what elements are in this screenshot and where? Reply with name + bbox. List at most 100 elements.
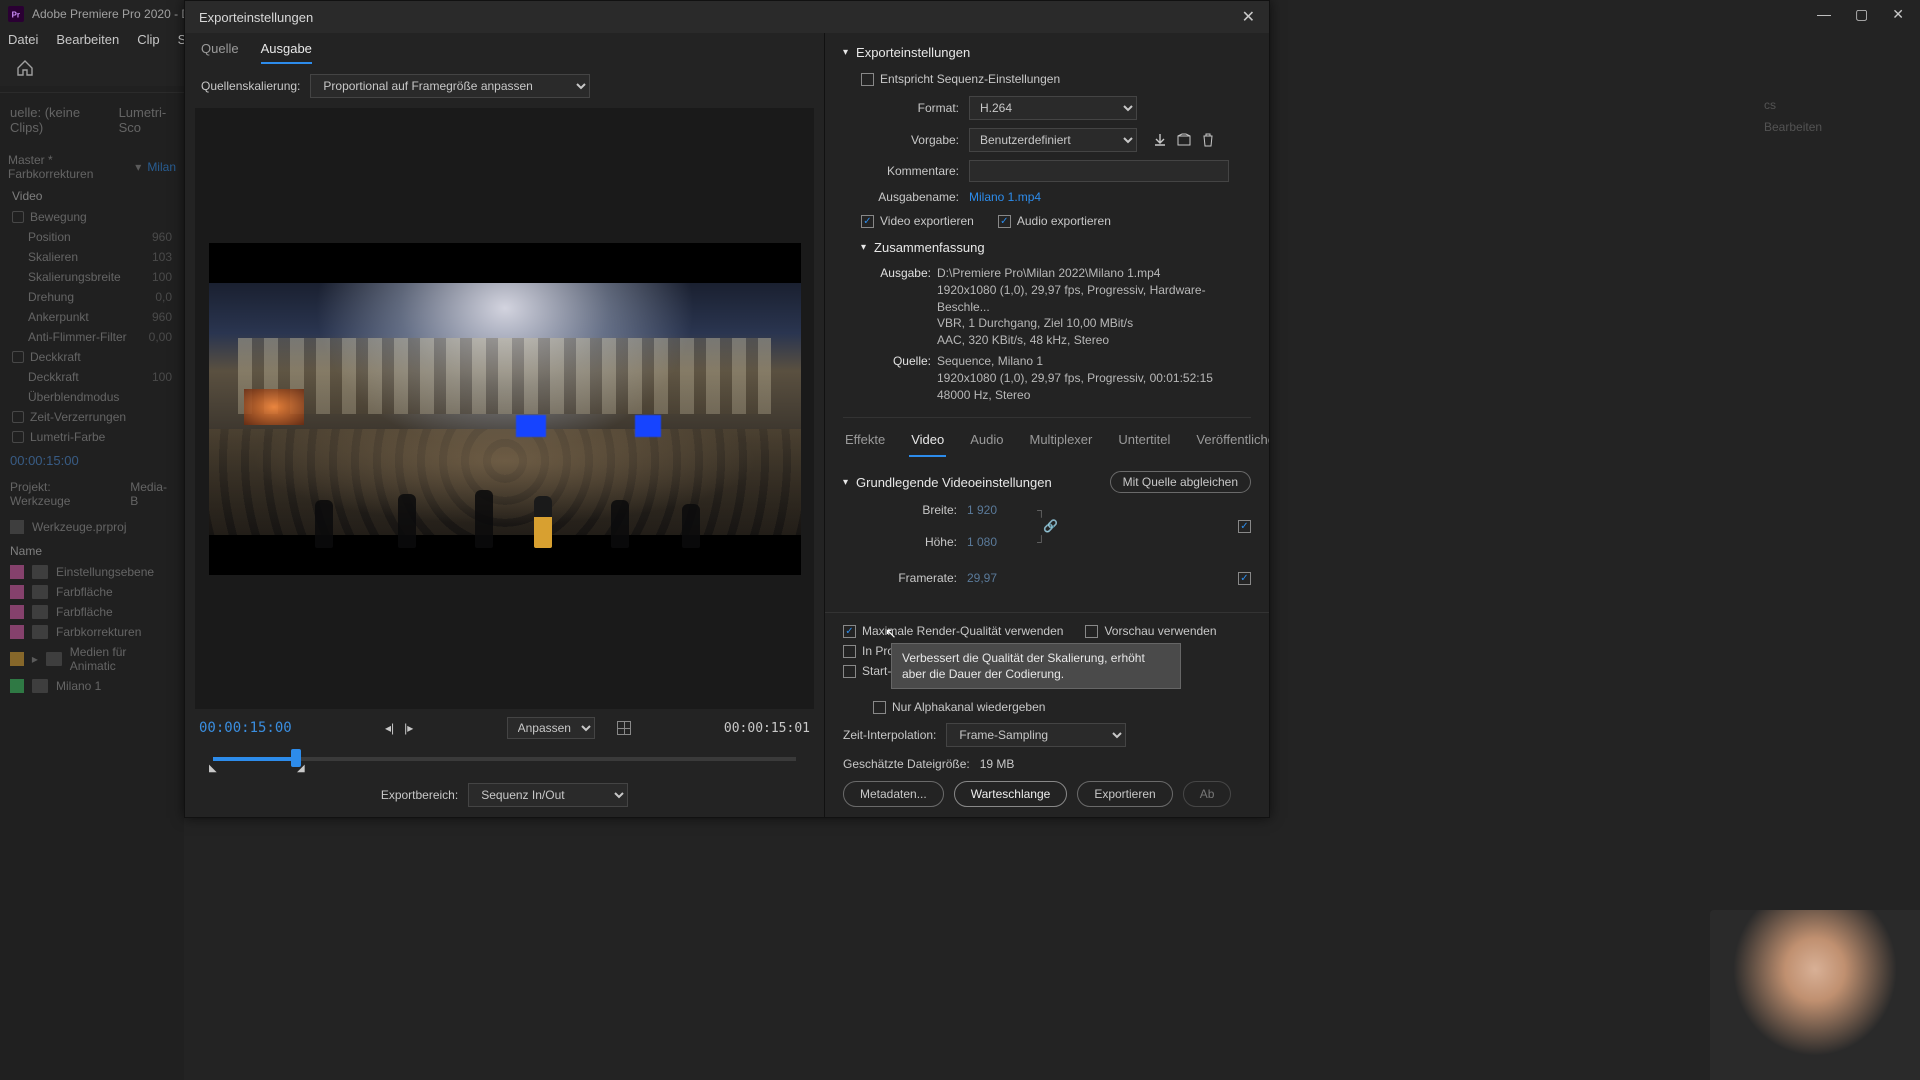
fx-opacity[interactable]: Deckkraft bbox=[28, 370, 146, 384]
window-minimize-button[interactable]: — bbox=[1817, 6, 1831, 23]
fx-position[interactable]: Position bbox=[28, 230, 146, 244]
tab-audio[interactable]: Audio bbox=[968, 426, 1005, 457]
output-preview bbox=[209, 243, 801, 575]
project-file-icon bbox=[10, 520, 24, 534]
in-marker-icon[interactable]: ◣ bbox=[209, 763, 217, 774]
fx-blend[interactable]: Überblendmodus bbox=[28, 390, 172, 404]
menu-clip[interactable]: Clip bbox=[137, 32, 159, 47]
bin-item[interactable]: Farbfläche bbox=[56, 605, 113, 619]
width-value[interactable]: 1 920 bbox=[967, 503, 1027, 517]
summary-section[interactable]: ▾ Zusammenfassung bbox=[843, 234, 1251, 261]
fx-opacity-group[interactable]: Deckkraft bbox=[30, 350, 172, 364]
chevron-down-icon: ▾ bbox=[843, 47, 848, 58]
tab-unknown[interactable]: cs bbox=[1764, 98, 1776, 112]
tab-effects[interactable]: Effekte bbox=[843, 426, 887, 457]
fx-scale[interactable]: Skalieren bbox=[28, 250, 146, 264]
list-item: Einstellungsebene bbox=[0, 562, 184, 582]
export-range-select[interactable]: Sequenz In/Out bbox=[468, 783, 628, 807]
match-source-button[interactable]: Mit Quelle abgleichen bbox=[1110, 471, 1251, 493]
framerate-lock-checkbox[interactable] bbox=[1238, 572, 1251, 585]
app-title: Adobe Premiere Pro 2020 - D:\Pr bbox=[32, 7, 209, 21]
fx-rotation[interactable]: Drehung bbox=[28, 290, 149, 304]
timecode-current[interactable]: 00:00:15:00 bbox=[199, 720, 292, 736]
preview-timeline[interactable]: ◣ ◢ bbox=[213, 743, 796, 773]
source-scaling-select[interactable]: Proportional auf Framegröße anpassen bbox=[310, 74, 590, 98]
queue-button[interactable]: Warteschlange bbox=[954, 781, 1068, 807]
bin-item[interactable]: Einstellungsebene bbox=[56, 565, 154, 579]
import-preset-icon[interactable] bbox=[1177, 133, 1191, 147]
basic-video-section[interactable]: ▾ Grundlegende Videoeinstellungen Mit Qu… bbox=[843, 465, 1251, 499]
metadata-button[interactable]: Metadaten... bbox=[843, 781, 944, 807]
chevron-down-icon: ▾ bbox=[843, 477, 848, 488]
output-name-link[interactable]: Milano 1.mp4 bbox=[969, 190, 1041, 204]
out-marker-icon[interactable]: ◢ bbox=[297, 763, 305, 774]
tab-publish[interactable]: Veröffentlichen bbox=[1194, 426, 1269, 457]
alpha-only-checkbox[interactable]: Nur Alphakanal wiedergeben bbox=[873, 700, 1045, 714]
dialog-title: Exporteinstellungen bbox=[199, 10, 313, 25]
framerate-value[interactable]: 29,97 bbox=[967, 571, 1027, 585]
preset-label: Vorgabe: bbox=[861, 133, 959, 147]
format-select[interactable]: H.264 bbox=[969, 96, 1137, 120]
step-back-button[interactable]: ◂| bbox=[385, 721, 394, 735]
save-preset-icon[interactable] bbox=[1153, 133, 1167, 147]
tab-captions[interactable]: Untertitel bbox=[1116, 426, 1172, 457]
fx-scale-width[interactable]: Skalierungsbreite bbox=[28, 270, 146, 284]
fx-time[interactable]: Zeit-Verzerrungen bbox=[30, 410, 172, 424]
fx-lumetri[interactable]: Lumetri-Farbe bbox=[30, 430, 172, 444]
width-label: Breite: bbox=[887, 503, 957, 517]
dimension-lock-checkbox[interactable] bbox=[1238, 520, 1251, 533]
menu-file[interactable]: Datei bbox=[8, 32, 38, 47]
summary-source-label: Quelle: bbox=[875, 353, 931, 370]
estimated-size-value: 19 MB bbox=[980, 757, 1015, 771]
tab-bearbeiten[interactable]: Bearbeiten bbox=[1764, 120, 1822, 134]
column-name[interactable]: Name bbox=[0, 540, 184, 562]
list-item: Farbfläche bbox=[0, 602, 184, 622]
max-render-quality-checkbox[interactable]: Maximale Render-Qualität verwenden bbox=[843, 624, 1063, 638]
right-panel-tabs: cs Bearbeiten bbox=[1740, 86, 1920, 186]
panel-tab-lumetri[interactable]: Lumetri-Sco bbox=[117, 99, 176, 143]
panel-tab-media[interactable]: Media-B bbox=[130, 480, 174, 508]
tab-video[interactable]: Video bbox=[909, 426, 946, 457]
tab-multiplexer[interactable]: Multiplexer bbox=[1028, 426, 1095, 457]
bin-item[interactable]: Farbfläche bbox=[56, 585, 113, 599]
cancel-button[interactable]: Ab bbox=[1183, 781, 1232, 807]
summary-output-label: Ausgabe: bbox=[875, 265, 931, 282]
aspect-grid-icon[interactable] bbox=[617, 721, 631, 735]
home-icon[interactable] bbox=[16, 59, 34, 77]
breadcrumb-master[interactable]: Master * Farbkorrekturen bbox=[8, 153, 129, 181]
fx-anchor[interactable]: Ankerpunkt bbox=[28, 310, 146, 324]
export-audio-checkbox[interactable]: Audio exportieren bbox=[998, 214, 1111, 228]
tab-output[interactable]: Ausgabe bbox=[261, 41, 312, 64]
fx-antiflicker[interactable]: Anti-Flimmer-Filter bbox=[28, 330, 143, 344]
menu-edit[interactable]: Bearbeiten bbox=[56, 32, 119, 47]
preset-select[interactable]: Benutzerdefiniert bbox=[969, 128, 1137, 152]
panel-tab-source[interactable]: uelle: (keine Clips) bbox=[8, 99, 97, 143]
comments-input[interactable] bbox=[969, 160, 1229, 182]
step-forward-button[interactable]: |▸ bbox=[404, 721, 413, 735]
export-bottom-panel: Maximale Render-Qualität verwenden Vorsc… bbox=[825, 612, 1269, 817]
source-scaling-label: Quellenskalierung: bbox=[201, 79, 300, 93]
export-video-checkbox[interactable]: Video exportieren bbox=[861, 214, 974, 228]
window-close-button[interactable]: ✕ bbox=[1892, 6, 1904, 23]
export-settings-section[interactable]: ▾ Exporteinstellungen bbox=[843, 39, 1251, 66]
bin-sequence[interactable]: Milano 1 bbox=[56, 679, 101, 693]
tab-source[interactable]: Quelle bbox=[201, 41, 239, 64]
panel-tab-project[interactable]: Projekt: Werkzeuge bbox=[10, 480, 112, 508]
window-maximize-button[interactable]: ▢ bbox=[1855, 6, 1868, 23]
bin-folder[interactable]: Medien für Animatic bbox=[70, 645, 174, 673]
zoom-fit-select[interactable]: Anpassen bbox=[507, 717, 595, 739]
dialog-close-button[interactable]: ✕ bbox=[1242, 7, 1255, 27]
use-previews-checkbox[interactable]: Vorschau verwenden bbox=[1085, 624, 1216, 638]
match-sequence-checkbox[interactable]: Entspricht Sequenz-Einstellungen bbox=[861, 72, 1060, 86]
list-item: Milano 1 bbox=[0, 676, 184, 696]
fx-motion[interactable]: Bewegung bbox=[30, 210, 172, 224]
bin-item[interactable]: Farbkorrekturen bbox=[56, 625, 141, 639]
project-filename: Werkzeuge.prproj bbox=[32, 520, 127, 534]
link-dimensions-icon[interactable]: 🔗 bbox=[1043, 519, 1058, 533]
delete-preset-icon[interactable] bbox=[1201, 133, 1215, 147]
height-value[interactable]: 1 080 bbox=[967, 535, 1027, 549]
breadcrumb-sequence[interactable]: Milan bbox=[147, 160, 176, 174]
export-button[interactable]: Exportieren bbox=[1077, 781, 1172, 807]
tooltip: Verbessert die Qualität der Skalierung, … bbox=[891, 643, 1181, 689]
time-interpolation-select[interactable]: Frame-Sampling bbox=[946, 723, 1126, 747]
